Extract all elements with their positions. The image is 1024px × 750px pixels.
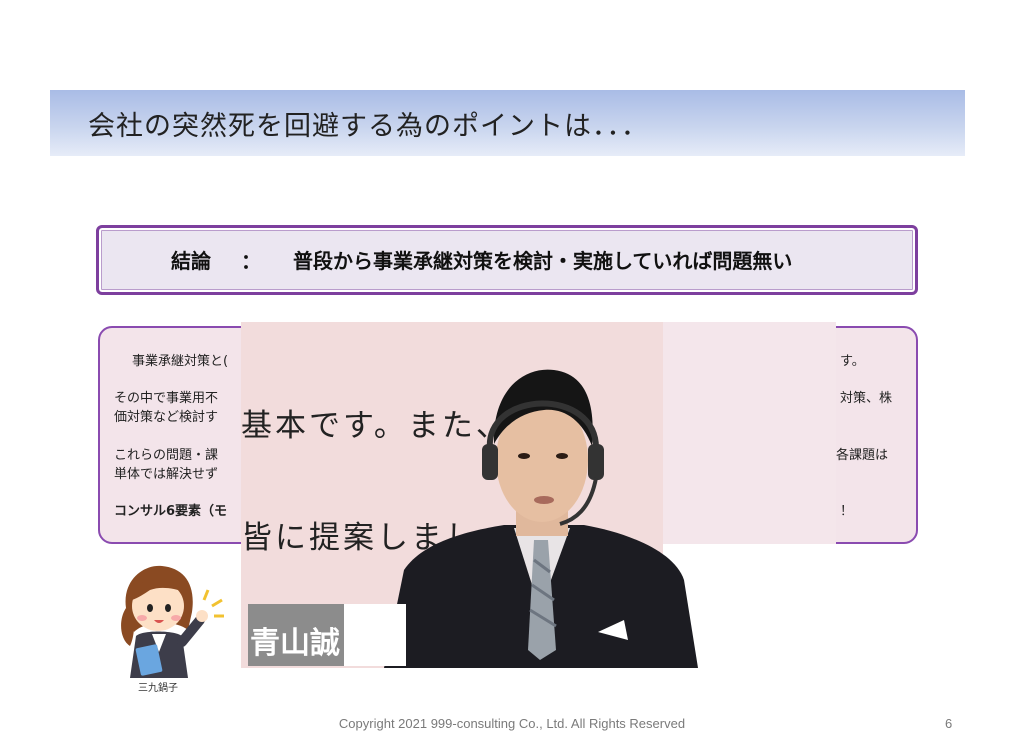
body-line-6-left: コンサル6要素（モ [114, 504, 228, 519]
body-line-2-left: その中で事業用不 [114, 391, 219, 406]
conclusion-text: 普段から事業承継対策を検討・実施していれば問題無い [293, 249, 793, 273]
presenter-figure [384, 369, 698, 668]
body-line-4-left: これらの問題・課 [114, 448, 219, 463]
slide-title: 会社の突然死を回避する為のポイントは．．． [88, 111, 649, 142]
footer-copyright: Copyright 2021 999-consulting Co., Ltd. … [338, 716, 686, 731]
body-line-3-left: 価対策など検討す [114, 410, 219, 425]
cartoon-woman-icon [121, 565, 224, 678]
conclusion-colon: ： [241, 249, 261, 273]
slide-title-bar: 会社の突然死を回避する為のポイントは．．． [50, 90, 965, 156]
character-name: 三九鍋子 [138, 683, 178, 694]
speaker-name-tag: 青山誠 [248, 604, 344, 666]
body-line-4-right: 各課題は [836, 448, 889, 463]
conclusion-line: 結論 ： 普段から事業承継対策を検討・実施していれば問題無い [171, 245, 792, 274]
cartoon-character-illustration [116, 560, 236, 695]
conclusion-box: 結論 ： 普段から事業承継対策を検討・実施していれば問題無い [96, 225, 918, 295]
speaker-name-tag-blank [344, 604, 406, 666]
body-line-6-right: ！ [840, 504, 854, 519]
body-line-1-left: 事業承継対策と( [132, 354, 229, 369]
page-number: 6 [945, 716, 953, 731]
body-line-1-right: す。 [840, 354, 865, 369]
body-line-5-left: 単体では解決せず [114, 467, 219, 482]
conclusion-label: 結論 [171, 249, 211, 273]
body-line-2-right: 対策、株 [840, 391, 893, 406]
